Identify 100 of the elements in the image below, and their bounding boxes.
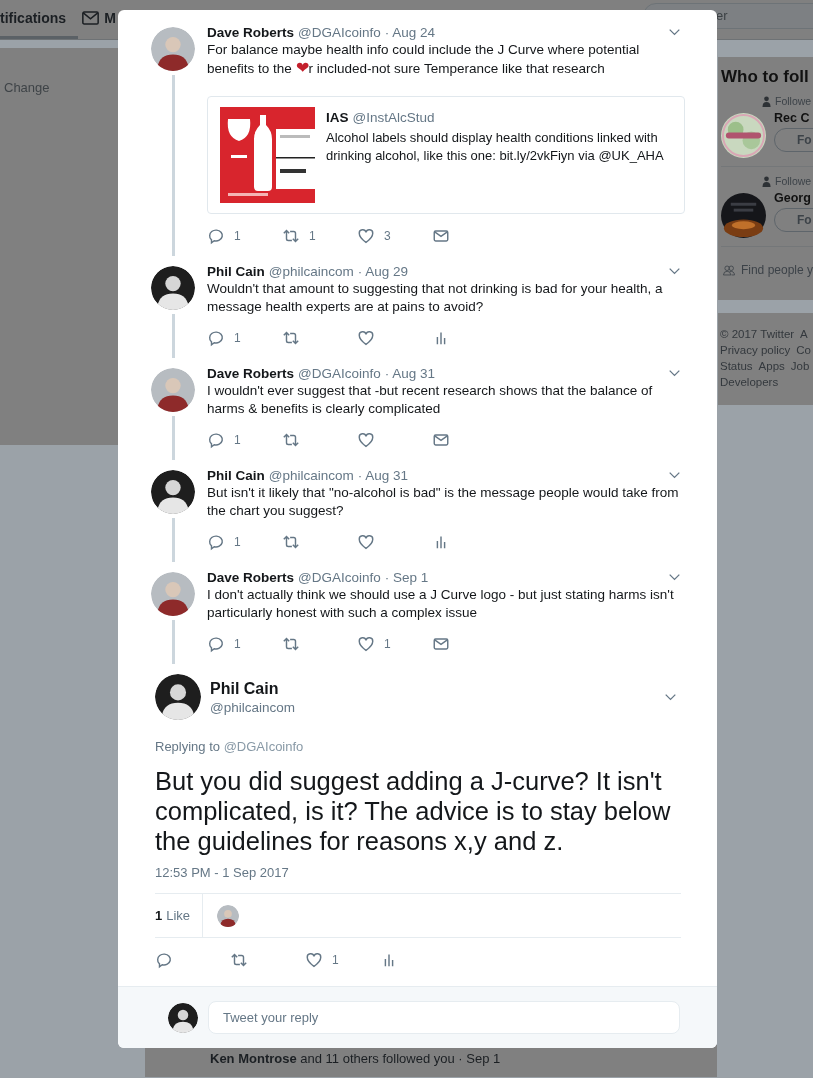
- retweet-icon[interactable]: [282, 635, 300, 653]
- footer-link[interactable]: Job: [790, 358, 810, 374]
- envelope-icon[interactable]: [432, 431, 450, 449]
- action-count: 1: [234, 433, 241, 447]
- action-count: 1: [309, 229, 316, 243]
- author-name[interactable]: Phil Cain: [207, 263, 265, 279]
- heart-icon[interactable]: [357, 533, 375, 551]
- thread-line: [171, 314, 175, 358]
- heart-icon[interactable]: [357, 431, 375, 449]
- nav-tab[interactable]: tifications: [0, 0, 79, 39]
- thread-line: [171, 620, 175, 664]
- footer-link[interactable]: Status: [720, 358, 753, 374]
- avatar: [151, 266, 195, 310]
- tweet-text: I wouldn't ever suggest that -but recent research shows that the balance of harms & benefits is clearly complicated: [207, 382, 654, 418]
- author-handle[interactable]: @DGAIcoinfo: [298, 365, 381, 381]
- action-count: 1: [234, 535, 241, 549]
- avatar: [151, 27, 195, 71]
- reply-icon[interactable]: [207, 227, 225, 245]
- chevron-down-icon[interactable]: [668, 267, 681, 275]
- heart-icon[interactable]: [357, 329, 375, 347]
- tweet-timestamp[interactable]: 12:53 PM - 1 Sep 2017: [155, 864, 681, 882]
- people-icon: [723, 263, 735, 277]
- author-name[interactable]: Dave Roberts: [207, 24, 295, 40]
- tweet-text: But isn't it likely that "no-alcohol is bad" is the message people would take from the chart you suggest?: [207, 484, 680, 520]
- tweet-text: I don't actually think we should use a J Curve logo - but just stating harms isn't particularly honest with such a complex issue: [207, 586, 675, 622]
- action-count: 1: [234, 637, 241, 651]
- tweet-text: For balance maybe health info could include the J Curve where potential benefits to the ❤r included-not sure Temperance like that research: [207, 41, 641, 78]
- chevron-down-icon[interactable]: [668, 573, 681, 581]
- tweet-date[interactable]: · Aug 31: [384, 365, 436, 381]
- tweet-date[interactable]: · Sep 1: [384, 569, 429, 585]
- person-icon: [762, 175, 771, 187]
- avatar: [168, 1002, 198, 1033]
- retweet-icon[interactable]: [282, 533, 300, 551]
- reply-field[interactable]: Tweet your reply: [208, 1001, 680, 1034]
- thread-line: [171, 416, 175, 460]
- action-count: 1: [384, 637, 391, 651]
- avatar: [217, 904, 240, 927]
- avatar: [151, 572, 195, 616]
- author-handle[interactable]: @philcaincom: [268, 467, 354, 483]
- chevron-down-icon[interactable]: [668, 28, 681, 36]
- like-count-link[interactable]: 1 Like: [155, 894, 204, 937]
- retweet-icon[interactable]: [230, 951, 248, 969]
- quoted-author-name: IAS: [326, 109, 349, 125]
- author-name[interactable]: Dave Roberts: [207, 569, 295, 585]
- author-handle[interactable]: @philcaincom: [268, 263, 354, 279]
- reply-icon[interactable]: [207, 329, 225, 347]
- tweet-text: Wouldn't that amount to suggesting that not drinking is bad for your health, a message health experts are at pains to avoid?: [207, 280, 664, 316]
- notification-text[interactable]: Ken Montrose and 11 others followed you · Sep 1: [210, 1051, 501, 1066]
- find-people-link[interactable]: Find people y: [740, 263, 813, 277]
- reply-icon[interactable]: [207, 635, 225, 653]
- reply-icon[interactable]: [155, 951, 173, 969]
- change-link[interactable]: Change: [4, 80, 50, 95]
- heart-icon[interactable]: [357, 635, 375, 653]
- quoted-tweet-card[interactable]: IAS @InstAlcStud Alcohol labels should display health conditions linked with drinking alcohol, like this one: bit.ly/2vkFiyn via @UK_AHA: [207, 96, 685, 214]
- suggestion-name[interactable]: Rec C: [774, 111, 813, 125]
- quoted-author-handle: @InstAlcStud: [352, 109, 435, 125]
- tweet-date[interactable]: · Aug 29: [357, 263, 409, 279]
- replying-to-text: Replying to @DGAIcoinfo: [155, 738, 305, 756]
- retweet-icon[interactable]: [282, 329, 300, 347]
- author-handle[interactable]: @DGAIcoinfo: [298, 24, 381, 40]
- action-count: 1: [234, 229, 241, 243]
- action-count: 3: [384, 229, 391, 243]
- author-handle[interactable]: @DGAIcoinfo: [298, 569, 381, 585]
- author-name[interactable]: Phil Cain: [207, 467, 265, 483]
- footer-link[interactable]: Privacy policy: [720, 342, 791, 358]
- person-icon: [762, 95, 771, 107]
- chevron-down-icon[interactable]: [664, 693, 677, 701]
- retweet-icon[interactable]: [282, 431, 300, 449]
- suggestion-name[interactable]: Georg: [774, 191, 813, 205]
- avatar: [151, 470, 195, 514]
- retweet-icon[interactable]: [282, 227, 300, 245]
- reply-icon[interactable]: [207, 533, 225, 551]
- tweet-text: But you did suggest adding a J-curve? It isn't complicated, is it? The advice is to stay below the guidelines for reasons x,y and z.: [155, 766, 672, 856]
- action-count: 1: [332, 953, 339, 967]
- who-to-follow-title: Who to foll: [721, 67, 810, 87]
- reply-icon[interactable]: [207, 431, 225, 449]
- heart-icon[interactable]: [305, 951, 323, 969]
- mention-link[interactable]: @DGAIcoinfo: [223, 739, 304, 754]
- quoted-tweet-text: Alcohol labels should display health conditions linked with drinking alcohol, like this one: bit.ly/2vkFiyn via @UK_AHA: [326, 129, 665, 165]
- author-name[interactable]: Dave Roberts: [207, 365, 295, 381]
- chevron-down-icon[interactable]: [668, 471, 681, 479]
- footer-link[interactable]: © 2017 Twitter: [720, 326, 795, 342]
- author-name[interactable]: Phil Cain: [210, 679, 295, 698]
- suggestion-context: Followe: [775, 95, 812, 107]
- author-handle[interactable]: @philcaincom: [210, 699, 295, 715]
- footer-link[interactable]: Developers: [720, 374, 779, 390]
- tweet-date[interactable]: · Aug 24: [384, 24, 436, 40]
- avatar: [151, 368, 195, 412]
- suggestion-context: Followe: [775, 175, 812, 187]
- footer-link[interactable]: Co: [796, 342, 811, 358]
- envelope-icon[interactable]: [432, 635, 450, 653]
- tweet-date[interactable]: · Aug 31: [357, 467, 409, 483]
- footer-link[interactable]: Apps: [758, 358, 785, 374]
- nav-tab[interactable]: M: [82, 0, 128, 39]
- thread-line: [171, 518, 175, 562]
- heart-icon[interactable]: [357, 227, 375, 245]
- chevron-down-icon[interactable]: [668, 369, 681, 377]
- avatar: [155, 674, 201, 720]
- envelope-icon[interactable]: [432, 227, 450, 245]
- footer-link[interactable]: A: [800, 326, 808, 342]
